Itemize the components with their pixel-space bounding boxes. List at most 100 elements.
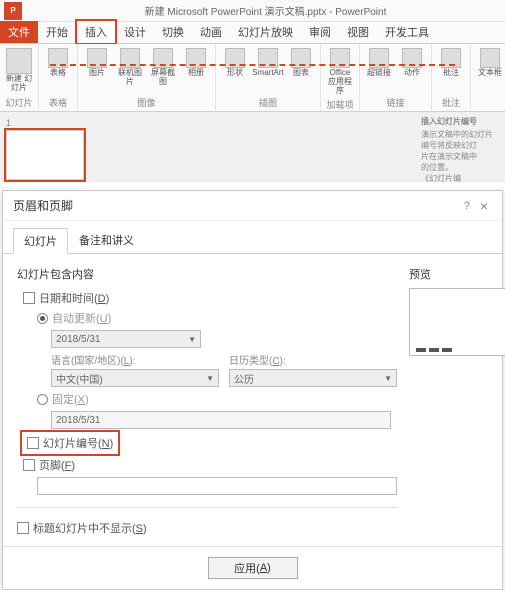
- tab-start[interactable]: 开始: [38, 21, 76, 43]
- textbox-button[interactable]: 文本框: [475, 46, 505, 80]
- picture-button[interactable]: 图片: [82, 46, 112, 80]
- auto-update-radio[interactable]: [37, 313, 48, 324]
- slide-thumbnail-pane[interactable]: 1: [0, 112, 90, 182]
- tab-slideshow[interactable]: 幻灯片放映: [230, 21, 301, 43]
- footer-input[interactable]: [37, 477, 397, 495]
- form-area: 幻灯片包含内容 日期和时间(D) 自动更新(U) 2018/5/31 ▼ 语言(…: [17, 266, 397, 540]
- preview-box: [409, 288, 505, 356]
- dialog-tabs: 幻灯片 备注和讲义: [3, 221, 502, 254]
- fixed-date-value: 2018/5/31: [56, 415, 101, 426]
- date-time-checkbox[interactable]: [23, 292, 35, 304]
- office-addins-button[interactable]: Office 应用程序: [325, 46, 355, 97]
- date-time-row: 日期和时间(D): [23, 290, 397, 306]
- group-images: 图片 联机图片 屏幕截图 相册 图像: [78, 44, 216, 111]
- album-button[interactable]: 相册: [181, 46, 211, 80]
- slide-number-row: 幻灯片编号(N): [23, 433, 397, 453]
- no-title-checkbox[interactable]: [17, 522, 29, 534]
- tab-animations[interactable]: 动画: [192, 21, 230, 43]
- titlebar: P 新建 Microsoft PowerPoint 演示文稿.pptx - Po…: [0, 0, 505, 22]
- tab-design[interactable]: 设计: [116, 21, 154, 43]
- divider: [17, 507, 397, 508]
- tab-review[interactable]: 审阅: [301, 21, 339, 43]
- group-text: 文本框 页眉和页脚 艺术字 日期和时间 幻灯片 编号 对象 文本: [471, 44, 505, 111]
- tooltip-line: 演示文稿中的幻灯片: [421, 129, 501, 140]
- chart-button[interactable]: 图表: [286, 46, 316, 80]
- date-format-value: 2018/5/31: [56, 334, 101, 345]
- tab-file[interactable]: 文件: [0, 21, 38, 43]
- tab-view[interactable]: 视图: [339, 21, 377, 43]
- group-tables: 表格 表格: [39, 44, 78, 111]
- header-footer-dialog: 页眉和页脚 ? × 幻灯片 备注和讲义 幻灯片包含内容 日期和时间(D) 自动更…: [2, 190, 503, 590]
- apply-button[interactable]: 应用(A): [208, 557, 298, 579]
- tooltip-title: 插入幻灯片编号: [421, 116, 501, 127]
- no-title-label: 标题幻灯片中不显示(S): [33, 520, 147, 536]
- date-format-combo[interactable]: 2018/5/31 ▼: [51, 330, 201, 348]
- date-combo-row: 2018/5/31 ▼: [51, 330, 397, 348]
- help-icon[interactable]: ?: [458, 200, 476, 212]
- tooltip-line: 片在演示文稿中: [421, 151, 501, 162]
- preview-placeholders: [416, 348, 452, 352]
- group-illustrations: 形状 SmartArt 图表 插图: [216, 44, 321, 111]
- shapes-button[interactable]: 形状: [220, 46, 250, 80]
- hyperlink-button[interactable]: 超链接: [364, 46, 394, 80]
- online-picture-button[interactable]: 联机图片: [115, 46, 145, 89]
- fixed-date-row: 2018/5/31: [51, 411, 397, 429]
- dialog-body: 幻灯片包含内容 日期和时间(D) 自动更新(U) 2018/5/31 ▼ 语言(…: [3, 254, 502, 546]
- section-title: 幻灯片包含内容: [17, 266, 397, 282]
- workspace: 1 插入幻灯片编号 演示文稿中的幻灯片 编号将反映幻灯 片在演示文稿中 的位置。…: [0, 112, 505, 182]
- footer-input-row: [37, 477, 397, 495]
- group-comments: 批注 批注: [432, 44, 471, 111]
- preview-pane: 预览: [409, 266, 505, 540]
- tab-notes-handouts[interactable]: 备注和讲义: [68, 227, 145, 253]
- tooltip: 插入幻灯片编号 演示文稿中的幻灯片 编号将反映幻灯 片在演示文稿中 的位置。 《…: [421, 116, 501, 184]
- screenshot-button[interactable]: 屏幕截图: [148, 46, 178, 89]
- tab-dev[interactable]: 开发工具: [377, 21, 437, 43]
- preview-label: 预览: [409, 266, 505, 282]
- slide-thumbnail[interactable]: [6, 130, 84, 180]
- app-icon: P: [4, 2, 22, 20]
- chevron-down-icon: ▼: [188, 335, 196, 344]
- dialog-titlebar: 页眉和页脚 ? ×: [3, 191, 502, 221]
- footer-checkbox[interactable]: [23, 459, 35, 471]
- slide-number-checkbox[interactable]: [27, 437, 39, 449]
- dialog-title: 页眉和页脚: [13, 197, 458, 214]
- group-addins: Office 应用程序 加载项: [321, 44, 360, 111]
- tooltip-line: 编号将反映幻灯: [421, 140, 501, 151]
- close-button[interactable]: ×: [476, 198, 492, 214]
- group-links: 超链接 动作 链接: [360, 44, 432, 111]
- footer-row: 页脚(F): [23, 457, 397, 473]
- slide-number-label: 幻灯片编号(N): [43, 435, 113, 451]
- ribbon: 新建 幻灯片 幻灯片 表格 表格 图片 联机图片 屏幕截图 相册 图像 形状 S…: [0, 44, 505, 112]
- language-value: 中文(中国): [56, 371, 103, 386]
- fixed-row: 固定(X): [37, 391, 397, 407]
- group-slides: 新建 幻灯片 幻灯片: [0, 44, 39, 111]
- calendar-label: 日历类型(C):: [229, 352, 397, 367]
- chevron-down-icon: ▼: [206, 374, 214, 383]
- table-button[interactable]: 表格: [43, 46, 73, 80]
- auto-update-row: 自动更新(U): [37, 310, 397, 326]
- dialog-footer: 应用(A): [3, 546, 502, 589]
- date-time-label: 日期和时间(D): [39, 290, 109, 306]
- calendar-combo[interactable]: 公历 ▼: [229, 369, 397, 387]
- language-combo[interactable]: 中文(中国) ▼: [51, 369, 219, 387]
- fixed-date-input[interactable]: 2018/5/31: [51, 411, 391, 429]
- slide-number-label: 1: [6, 118, 84, 128]
- tab-slides-dialog[interactable]: 幻灯片: [13, 228, 68, 254]
- action-button[interactable]: 动作: [397, 46, 427, 80]
- group-label: 表格: [49, 96, 67, 109]
- language-label: 语言(国家/地区)(L):: [51, 352, 219, 367]
- no-title-row: 标题幻灯片中不显示(S): [17, 520, 397, 536]
- ribbon-tabs: 文件 开始 插入 设计 切换 动画 幻灯片放映 审阅 视图 开发工具: [0, 22, 505, 44]
- tooltip-line: 《幻灯片编: [421, 173, 501, 184]
- tab-transitions[interactable]: 切换: [154, 21, 192, 43]
- group-label: 链接: [386, 96, 404, 109]
- smartart-button[interactable]: SmartArt: [253, 46, 283, 80]
- auto-update-label: 自动更新(U): [52, 310, 111, 326]
- footer-label: 页脚(F): [39, 457, 75, 473]
- chevron-down-icon: ▼: [384, 374, 392, 383]
- group-label: 批注: [442, 96, 460, 109]
- tab-insert[interactable]: 插入: [76, 20, 116, 44]
- comment-button[interactable]: 批注: [436, 46, 466, 80]
- new-slide-button[interactable]: 新建 幻灯片: [4, 46, 34, 95]
- fixed-radio[interactable]: [37, 394, 48, 405]
